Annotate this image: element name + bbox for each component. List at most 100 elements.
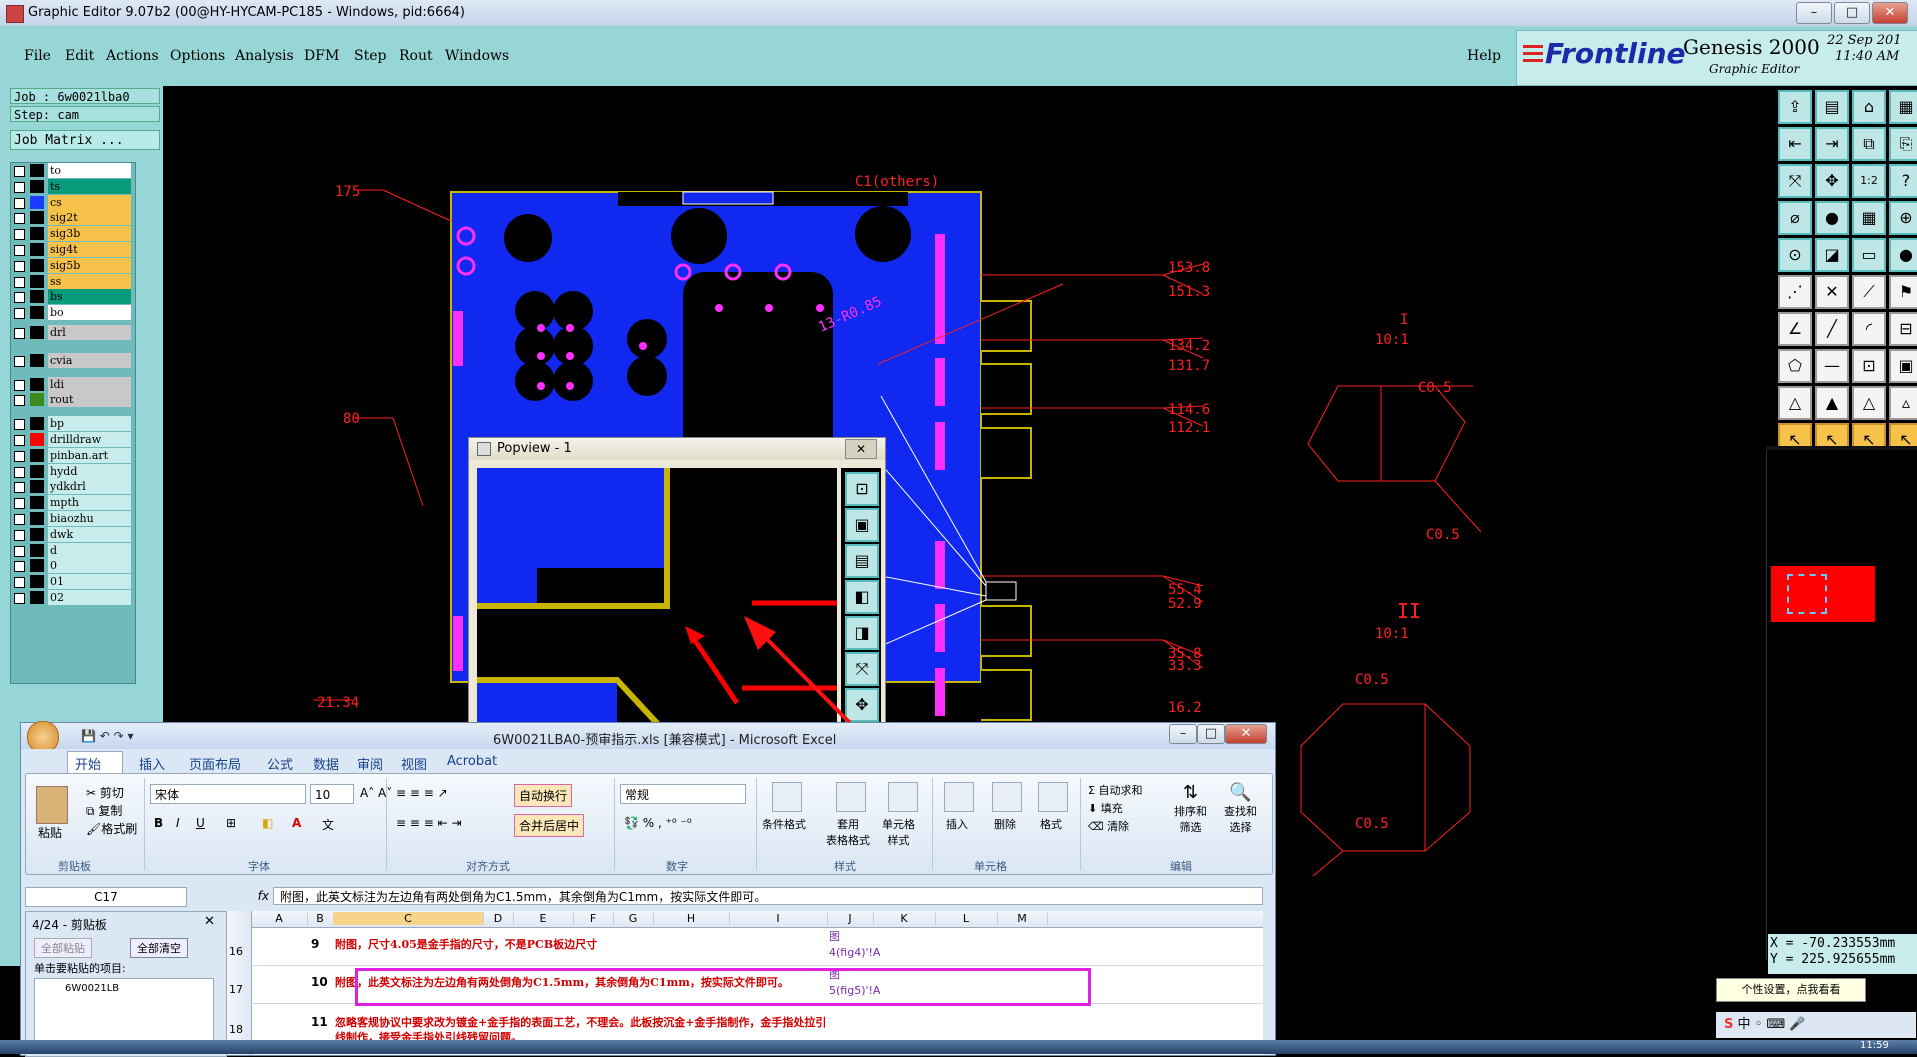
layer-checkbox[interactable] (14, 593, 25, 604)
format-button[interactable]: 格式 (1040, 816, 1062, 832)
layer-checkbox[interactable] (14, 482, 25, 494)
column-header-F[interactable]: F (573, 912, 614, 925)
cell-c[interactable]: 附图，尺寸4.05是金手指的尺寸，不是PCB板边尺寸 (335, 937, 835, 952)
ratio-icon[interactable]: 1:2 (1852, 164, 1886, 198)
fill-button[interactable]: ⬇ 填充 (1088, 800, 1123, 816)
fit-icon[interactable]: ⤧ (1778, 164, 1812, 198)
sheet-grid[interactable]: ABCDEFGHIJKLM 16 9 附图，尺寸4.05是金手指的尺寸，不是PCB板… (227, 911, 1263, 1055)
menu-analysis[interactable]: Analysis (235, 48, 294, 64)
layer-row-sig4t[interactable]: sig4t (14, 242, 131, 257)
cell-j[interactable]: 图 4(fig4)'!A (829, 929, 880, 961)
layer-checkbox[interactable] (14, 395, 25, 407)
layer-checkbox[interactable] (14, 328, 25, 339)
layer-checkbox[interactable] (14, 545, 25, 557)
layer-row-sig2t[interactable]: sig2t (14, 210, 131, 226)
menu-step[interactable]: Step (354, 48, 386, 64)
menu-file[interactable]: File (24, 48, 51, 64)
layer-checkbox[interactable] (14, 213, 25, 225)
layer-checkbox[interactable] (14, 379, 25, 391)
square-icon[interactable]: ⊡ (1852, 349, 1886, 383)
tri2-icon[interactable]: ▲ (1815, 386, 1849, 420)
close-button[interactable]: ✕ (1872, 2, 1908, 24)
job-matrix-button[interactable]: Job Matrix ... (10, 130, 160, 150)
cell-b[interactable]: 10 (311, 975, 328, 989)
poly-icon[interactable]: ⬠ (1778, 349, 1812, 383)
layer-checkbox[interactable] (14, 197, 25, 209)
layer-checkbox[interactable] (14, 355, 25, 367)
column-header-A[interactable]: A (251, 912, 308, 925)
popview-close-button[interactable]: ✕ (845, 439, 877, 459)
menu-help[interactable]: Help (1467, 48, 1501, 64)
tab-5[interactable]: 审阅 (357, 754, 383, 773)
align-left-icon[interactable]: ≡ ≡ ≡ ⇤ ⇥ (396, 816, 462, 830)
layer-row-ts[interactable]: ts (14, 178, 131, 194)
layer-row-ldi[interactable]: ldi (14, 376, 131, 392)
autosum-button[interactable]: Σ 自动求和 (1088, 782, 1142, 798)
clear-button[interactable]: ⌫ 清除 (1088, 818, 1129, 834)
menu-rout[interactable]: Rout (399, 48, 433, 64)
paste-button[interactable]: 粘贴 (38, 824, 62, 841)
column-header-C[interactable]: C (333, 912, 484, 925)
layer-row-bs[interactable]: bs (14, 289, 131, 305)
column-header-L[interactable]: L (935, 912, 998, 925)
minus-icon[interactable]: — (1815, 349, 1849, 383)
border-icon[interactable]: ⊞ (226, 816, 236, 830)
excel-minimize-button[interactable]: – (1169, 724, 1197, 744)
row-number[interactable]: 18 (229, 1023, 243, 1036)
insert-button[interactable]: 插入 (946, 816, 968, 832)
home-icon[interactable]: ⌂ (1852, 90, 1886, 124)
underline-icon[interactable]: U (196, 816, 205, 830)
layer-row-drl[interactable]: drl (14, 325, 131, 340)
cell-b[interactable]: 9 (311, 937, 319, 951)
layer-row-drilldraw[interactable]: drilldraw (14, 432, 131, 447)
clipboard-item[interactable]: 6W0021LB (34, 978, 214, 1048)
zoom-in-icon[interactable]: ▣ (845, 508, 879, 542)
box-icon[interactable]: ▣ (1889, 349, 1917, 383)
menu-actions[interactable]: Actions (106, 48, 159, 64)
layer-checkbox[interactable] (14, 229, 25, 241)
currency-icon[interactable]: 💱 % , ⁺⁰ ⁻⁰ (624, 816, 692, 830)
delete-cell-icon[interactable] (992, 782, 1022, 812)
menu-edit[interactable]: Edit (65, 48, 94, 64)
excel-close-button[interactable]: ✕ (1225, 724, 1267, 744)
grow-font-icon[interactable]: A˄ A˅ (360, 786, 392, 800)
wrap-text-button[interactable]: 自动换行 (514, 784, 573, 807)
column-header-D[interactable]: D (483, 912, 514, 925)
cell-style-icon[interactable] (888, 782, 918, 812)
zoom-out-icon[interactable]: ▤ (845, 544, 879, 578)
menu-dfm[interactable]: DFM (304, 48, 339, 64)
excel-maximize-button[interactable]: □ (1197, 724, 1225, 744)
format-cell-icon[interactable] (1038, 782, 1068, 812)
layer-checkbox[interactable] (14, 166, 25, 177)
popview-titlebar[interactable]: Popview - 1 ✕ (469, 438, 885, 460)
ime-bar[interactable]: S 中 ◦ ⌨ 🎤 (1716, 1012, 1916, 1038)
column-header-M[interactable]: M (997, 912, 1048, 925)
help-icon[interactable]: ? (1889, 164, 1917, 198)
snap-icon[interactable]: ● (1815, 201, 1849, 235)
grid-icon[interactable]: ▦ (1852, 201, 1886, 235)
paste-all-button[interactable]: 全部粘贴 (34, 938, 92, 958)
cut-button[interactable]: ✂ 剪切 (86, 784, 124, 801)
copy-button[interactable]: ⧉ 复制 (86, 802, 122, 819)
number-format-select[interactable]: 常规 (620, 784, 746, 804)
column-header-G[interactable]: G (613, 912, 654, 925)
print-icon[interactable]: ▤ (1815, 90, 1849, 124)
misc-icon[interactable]: ▦ (1889, 90, 1917, 124)
find-select-button[interactable]: 🔍 查找和 选择 (1224, 782, 1257, 835)
node-icon[interactable]: ⋰ (1778, 275, 1812, 309)
cell-style-button[interactable]: 单元格 样式 (882, 816, 915, 848)
menu-windows[interactable]: Windows (445, 48, 509, 64)
layer-checkbox[interactable] (14, 450, 25, 462)
name-box[interactable]: C17 (25, 887, 187, 907)
layer-row-bp[interactable]: bp (14, 416, 131, 432)
paste-icon[interactable] (36, 786, 68, 824)
layer-row-d[interactable]: d (14, 542, 131, 558)
phonetic-icon[interactable]: 文 (322, 816, 334, 833)
paste-icon[interactable]: ⎘ (1889, 127, 1917, 161)
table-format-icon[interactable] (836, 782, 866, 812)
layer-checkbox[interactable] (14, 308, 25, 320)
layer-row-01[interactable]: 01 (14, 574, 131, 590)
zoom-home-icon[interactable]: ⊡ (845, 472, 879, 506)
layer-row-to[interactable]: to (14, 163, 131, 178)
open-icon[interactable]: ⇤ (1778, 127, 1812, 161)
